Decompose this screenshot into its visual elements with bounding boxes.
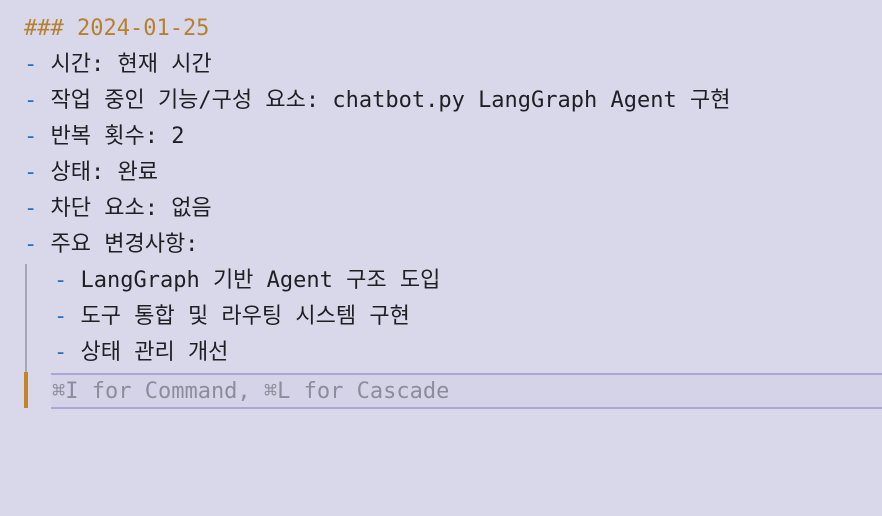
list-item-text: 작업 중인 기능/구성 요소: chatbot.py LangGraph Age… xyxy=(37,88,731,113)
indent-guide xyxy=(25,264,27,372)
bullet-marker: - xyxy=(24,196,38,221)
bullet-marker: - xyxy=(54,340,68,365)
editor-pane[interactable]: ### 2024-01-25 - 시간: 현재 시간 - 작업 중인 기능/구성… xyxy=(0,0,882,516)
inline-command-prompt[interactable] xyxy=(51,373,882,409)
sub-list-item-text: 도구 통합 및 라우팅 시스템 구현 xyxy=(67,304,410,329)
bullet-marker: - xyxy=(24,232,38,257)
bullet-marker: - xyxy=(24,124,38,149)
list-item: - 주요 변경사항: xyxy=(24,227,198,263)
bullet-marker: - xyxy=(24,52,38,77)
bullet-marker: - xyxy=(54,268,68,293)
active-line-indicator xyxy=(24,372,28,408)
list-item-text: 상태: 완료 xyxy=(37,160,158,185)
list-item-text: 주요 변경사항: xyxy=(37,232,199,257)
active-line xyxy=(24,372,882,409)
list-item-text: 차단 요소: 없음 xyxy=(37,196,212,221)
bullet-marker: - xyxy=(54,304,68,329)
sub-list-item: - 도구 통합 및 라우팅 시스템 구현 xyxy=(54,299,410,335)
list-item-text: 시간: 현재 시간 xyxy=(37,52,212,77)
list-item: - 차단 요소: 없음 xyxy=(24,191,212,227)
list-item-text: 반복 횟수: 2 xyxy=(37,124,185,149)
sub-list-item-text: LangGraph 기반 Agent 구조 도입 xyxy=(67,268,441,293)
list-item: - 작업 중인 기능/구성 요소: chatbot.py LangGraph A… xyxy=(24,83,730,119)
sub-list-item: - 상태 관리 개선 xyxy=(54,335,228,371)
bullet-marker: - xyxy=(24,88,38,113)
sub-list-item-text: 상태 관리 개선 xyxy=(67,340,229,365)
markdown-heading: ### 2024-01-25 xyxy=(24,16,210,41)
list-item: - 상태: 완료 xyxy=(24,155,158,191)
inline-command-input[interactable] xyxy=(51,375,882,407)
list-item: - 반복 횟수: 2 xyxy=(24,119,184,155)
bullet-marker: - xyxy=(24,160,38,185)
list-item: - 시간: 현재 시간 xyxy=(24,47,212,83)
sub-list-item: - LangGraph 기반 Agent 구조 도입 xyxy=(54,263,440,299)
